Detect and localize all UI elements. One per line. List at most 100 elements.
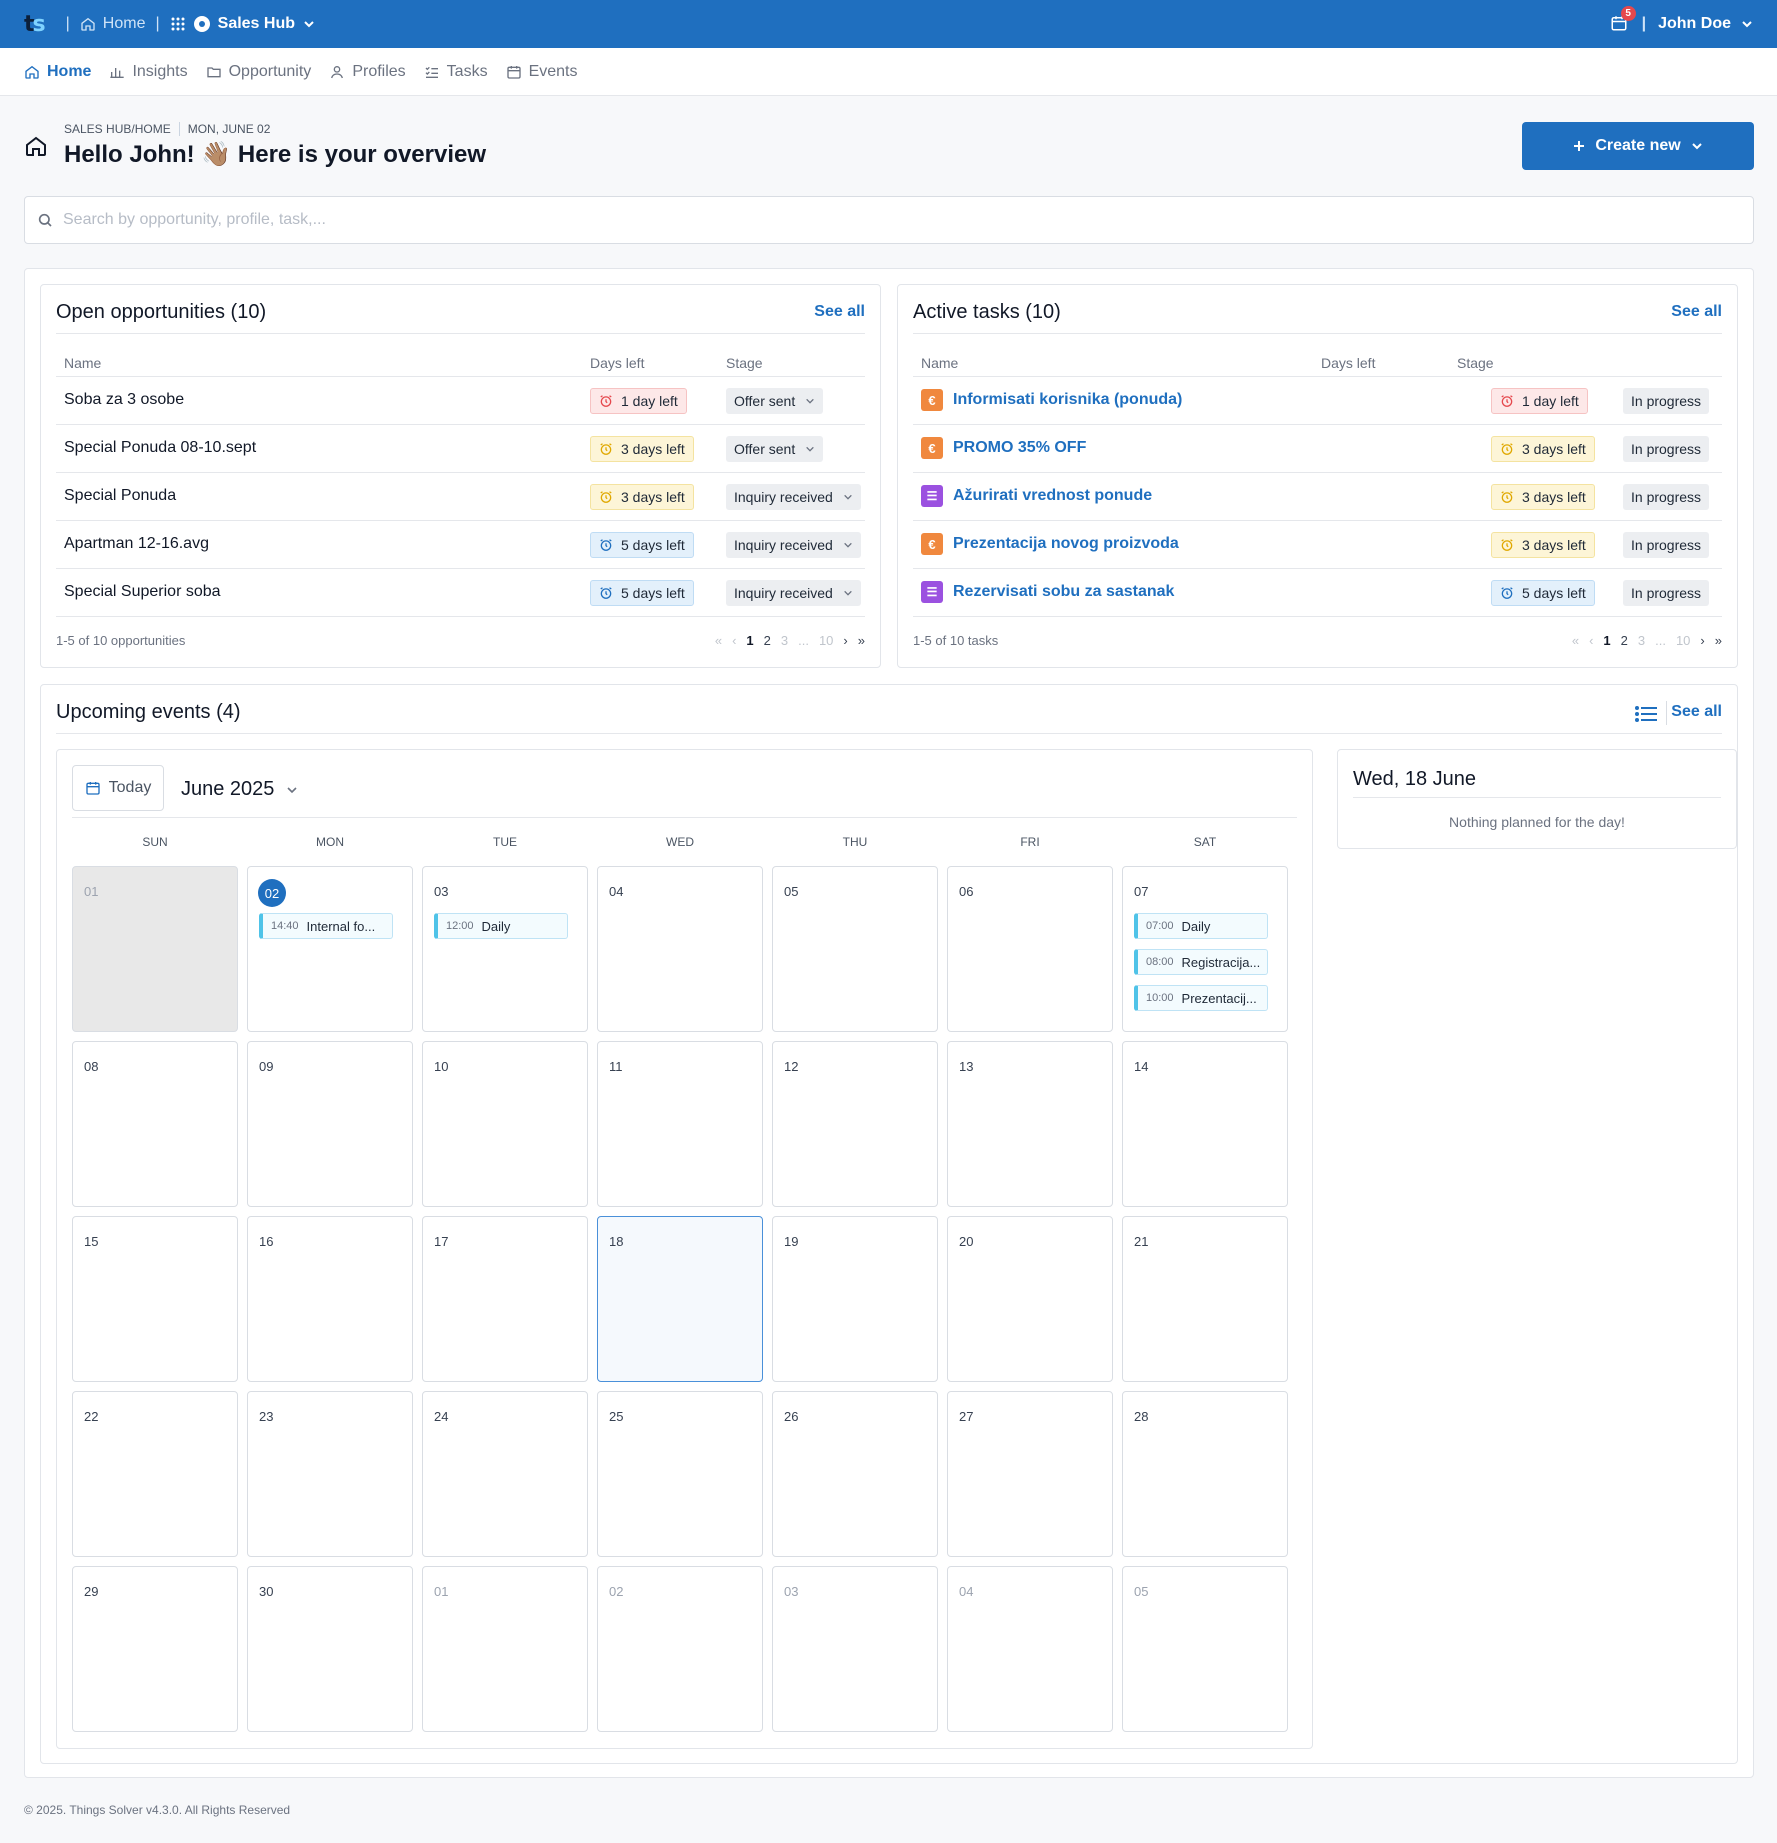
calendar-day[interactable]: 24 <box>422 1391 588 1557</box>
prev-page-icon[interactable]: ‹ <box>1589 633 1593 648</box>
calendar-day[interactable]: 09 <box>247 1041 413 1207</box>
page-number[interactable]: 10 <box>819 633 833 648</box>
calendar-day[interactable]: 11 <box>597 1041 763 1207</box>
last-page-icon[interactable]: » <box>858 633 865 648</box>
calendar-day[interactable]: 08 <box>72 1041 238 1207</box>
see-all-link[interactable]: See all <box>814 303 865 321</box>
notifications-button[interactable]: 5 <box>1610 6 1636 34</box>
event-chip[interactable]: 10:00 Prezentacij... <box>1134 985 1268 1011</box>
app-logo[interactable]: ts <box>24 12 46 37</box>
list-view-icon[interactable] <box>1635 705 1657 723</box>
event-chip[interactable]: 07:00 Daily <box>1134 913 1268 939</box>
stage-dropdown[interactable]: Offer sent <box>726 436 824 462</box>
table-row[interactable]: € Prezentacija novog proizvoda 3 days left… <box>913 521 1722 569</box>
table-row[interactable]: € PROMO 35% OFF 3 days left In progress <box>913 425 1722 473</box>
opportunity-name[interactable]: Special Ponuda <box>64 487 176 505</box>
tab-events[interactable]: Events <box>506 63 578 81</box>
hub-switcher[interactable]: Sales Hub <box>170 15 315 33</box>
page-number[interactable]: 3 <box>1638 633 1645 648</box>
event-chip[interactable]: 12:00 Daily <box>434 913 568 939</box>
event-chip[interactable]: 08:00 Registracija... <box>1134 949 1268 975</box>
stage-dropdown[interactable]: Offer sent <box>726 388 824 414</box>
calendar-day[interactable]: 01 <box>422 1566 588 1732</box>
page-number[interactable]: 2 <box>1621 633 1628 648</box>
calendar-day[interactable]: 14 <box>1122 1041 1288 1207</box>
event-chip[interactable]: 14:40 Internal fo... <box>259 913 393 939</box>
opportunity-name[interactable]: Special Ponuda 08-10.sept <box>64 439 256 457</box>
calendar-day[interactable]: 17 <box>422 1216 588 1382</box>
table-row[interactable]: Special Superior soba 5 days left Inquiry … <box>56 569 865 617</box>
see-all-link[interactable]: See all <box>1671 703 1722 721</box>
calendar-day[interactable]: 28 <box>1122 1391 1288 1557</box>
stage-dropdown[interactable]: Inquiry received <box>726 484 861 510</box>
search-input[interactable] <box>63 211 1563 229</box>
calendar-day[interactable]: 01 <box>72 866 238 1032</box>
opportunity-name[interactable]: Soba za 3 osobe <box>64 391 184 409</box>
stage-dropdown[interactable]: Inquiry received <box>726 532 861 558</box>
first-page-icon[interactable]: « <box>1572 633 1579 648</box>
calendar-day[interactable]: 04 <box>947 1566 1113 1732</box>
tab-insights[interactable]: Insights <box>109 63 188 81</box>
table-row[interactable]: Apartman 12-16.avg 5 days left Inquiry rec… <box>56 521 865 569</box>
tab-tasks[interactable]: Tasks <box>424 63 488 81</box>
table-row[interactable]: € Informisati korisnika (ponuda) 1 day lef… <box>913 377 1722 425</box>
calendar-day[interactable]: 05 <box>772 866 938 1032</box>
task-name-link[interactable]: Rezervisati sobu za sastanak <box>953 583 1174 601</box>
calendar-day[interactable]: 27 <box>947 1391 1113 1557</box>
first-page-icon[interactable]: « <box>715 633 722 648</box>
calendar-day[interactable]: 29 <box>72 1566 238 1732</box>
tab-home[interactable]: Home <box>24 63 91 81</box>
page-number[interactable]: 1 <box>746 633 753 648</box>
calendar-day[interactable]: 15 <box>72 1216 238 1382</box>
tab-opportunity[interactable]: Opportunity <box>206 63 311 81</box>
calendar-day[interactable]: 22 <box>72 1391 238 1557</box>
calendar-day[interactable]: 19 <box>772 1216 938 1382</box>
calendar-day[interactable]: 21 <box>1122 1216 1288 1382</box>
page-number[interactable]: 3 <box>781 633 788 648</box>
opportunity-name[interactable]: Apartman 12-16.avg <box>64 535 209 553</box>
table-row[interactable]: Soba za 3 osobe 1 day left Offer sent <box>56 377 865 425</box>
table-row[interactable]: Special Ponuda 3 days left Inquiry receive… <box>56 473 865 521</box>
calendar-day[interactable]: 12 <box>772 1041 938 1207</box>
user-name[interactable]: John Doe <box>1658 15 1731 33</box>
calendar-day[interactable]: 16 <box>247 1216 413 1382</box>
calendar-day[interactable]: 20 <box>947 1216 1113 1382</box>
calendar-day[interactable]: 10 <box>422 1041 588 1207</box>
month-selector[interactable]: June 2025 <box>181 778 298 801</box>
opportunity-name[interactable]: Special Superior soba <box>64 583 221 601</box>
calendar-day[interactable]: 18 <box>597 1216 763 1382</box>
calendar-day[interactable]: 30 <box>247 1566 413 1732</box>
calendar-day[interactable]: 05 <box>1122 1566 1288 1732</box>
page-number[interactable]: 2 <box>764 633 771 648</box>
task-name-link[interactable]: Prezentacija novog proizvoda <box>953 535 1179 553</box>
see-all-link[interactable]: See all <box>1671 303 1722 321</box>
today-button[interactable]: Today <box>72 765 164 811</box>
task-name-link[interactable]: Ažurirati vrednost ponude <box>953 487 1152 505</box>
table-row[interactable]: Special Ponuda 08-10.sept 3 days left Offe… <box>56 425 865 473</box>
prev-page-icon[interactable]: ‹ <box>732 633 736 648</box>
task-name-link[interactable]: Informisati korisnika (ponuda) <box>953 391 1182 409</box>
calendar-day[interactable]: 07 07:00 Daily 08:00 Registracija... 10:00 Pre… <box>1122 866 1288 1032</box>
calendar-day[interactable]: 25 <box>597 1391 763 1557</box>
calendar-day[interactable]: 03 12:00 Daily <box>422 866 588 1032</box>
calendar-day[interactable]: 03 <box>772 1566 938 1732</box>
calendar-day[interactable]: 04 <box>597 866 763 1032</box>
calendar-day[interactable]: 26 <box>772 1391 938 1557</box>
table-row[interactable]: ☰ Ažurirati vrednost ponude 3 days left In … <box>913 473 1722 521</box>
home-link[interactable]: Home <box>80 15 145 33</box>
page-number[interactable]: 10 <box>1676 633 1690 648</box>
page-number[interactable]: 1 <box>1603 633 1610 648</box>
calendar-day[interactable]: 06 <box>947 866 1113 1032</box>
next-page-icon[interactable]: › <box>843 633 847 648</box>
calendar-day[interactable]: 02 14:40 Internal fo... <box>247 866 413 1032</box>
chevron-down-icon[interactable] <box>1741 18 1753 30</box>
calendar-day[interactable]: 13 <box>947 1041 1113 1207</box>
stage-dropdown[interactable]: Inquiry received <box>726 580 861 606</box>
tab-profiles[interactable]: Profiles <box>329 63 406 81</box>
task-name-link[interactable]: PROMO 35% OFF <box>953 439 1086 457</box>
next-page-icon[interactable]: › <box>1700 633 1704 648</box>
calendar-day[interactable]: 02 <box>597 1566 763 1732</box>
table-row[interactable]: ☰ Rezervisati sobu za sastanak 5 days left… <box>913 569 1722 617</box>
calendar-day[interactable]: 23 <box>247 1391 413 1557</box>
create-new-button[interactable]: Create new <box>1522 122 1754 170</box>
